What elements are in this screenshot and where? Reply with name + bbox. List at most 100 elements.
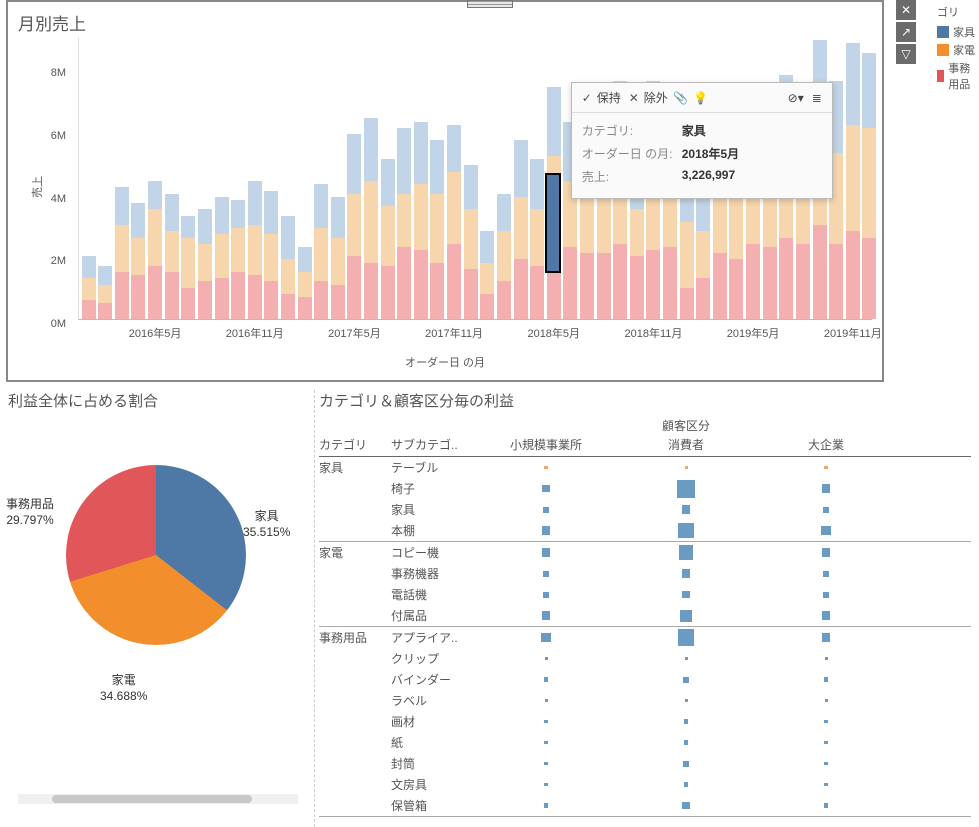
bar[interactable] [281, 216, 295, 319]
drag-handle[interactable] [467, 0, 513, 8]
matrix-cell[interactable] [616, 569, 756, 577]
bar[interactable] [381, 159, 395, 319]
bar-segment[interactable] [530, 209, 544, 265]
bar-segment[interactable] [264, 234, 278, 281]
bar[interactable] [430, 140, 444, 319]
bar-segment[interactable] [298, 247, 312, 272]
matrix-cell[interactable] [476, 526, 616, 534]
bar-segment[interactable] [314, 281, 328, 319]
bar-segment[interactable] [530, 266, 544, 319]
matrix-row[interactable]: 付属品 [319, 605, 971, 626]
matrix-cell[interactable] [616, 719, 756, 724]
matrix-cell[interactable] [476, 657, 616, 660]
bar[interactable] [331, 197, 345, 319]
bar[interactable] [82, 256, 96, 319]
matrix-row[interactable]: 文房具 [319, 774, 971, 795]
bar-segment[interactable] [347, 134, 361, 194]
bar-segment[interactable] [165, 231, 179, 272]
bar[interactable] [181, 216, 195, 319]
matrix-row[interactable]: 画材 [319, 711, 971, 732]
matrix-cell[interactable] [476, 762, 616, 766]
matrix-row[interactable]: クリップ [319, 648, 971, 669]
bar-segment[interactable] [630, 209, 644, 256]
monthly-sales-panel[interactable]: ✕ ↗ ▽ 月別売上 売上 0M2M4M6M8M 2016年5月2016年11月… [6, 0, 884, 382]
bar-segment[interactable] [713, 253, 727, 319]
bar-segment[interactable] [497, 281, 511, 319]
bar[interactable] [165, 194, 179, 319]
bar-segment[interactable] [364, 181, 378, 262]
matrix-cell[interactable] [756, 611, 896, 619]
bar[interactable] [696, 187, 710, 319]
matrix-cell[interactable] [476, 677, 616, 682]
bar-segment[interactable] [397, 247, 411, 319]
profit-share-panel[interactable]: 利益全体に占める割合 家具35.515% 家電34.688% 事務用品29.79… [8, 390, 308, 810]
bar-segment[interactable] [763, 247, 777, 319]
bar-segment[interactable] [248, 225, 262, 275]
matrix-cell[interactable] [616, 629, 756, 646]
matrix-cell[interactable] [756, 741, 896, 745]
group-icon[interactable]: ⊘▾ [788, 91, 804, 105]
bar[interactable] [364, 118, 378, 319]
matrix-cell[interactable] [756, 720, 896, 724]
bar[interactable] [98, 266, 112, 319]
bar-segment[interactable] [846, 231, 860, 319]
bar-segment[interactable] [447, 172, 461, 244]
bar-segment[interactable] [331, 238, 345, 285]
bar-segment[interactable] [547, 87, 561, 156]
bar-segment[interactable] [680, 288, 694, 319]
bar-segment[interactable] [115, 272, 129, 319]
matrix-cell[interactable] [756, 803, 896, 808]
matrix-cell[interactable] [756, 484, 896, 492]
header-category[interactable]: カテゴリ [319, 436, 391, 453]
bar[interactable] [215, 197, 229, 319]
bar[interactable] [264, 191, 278, 319]
bar-segment[interactable] [364, 263, 378, 319]
bar-segment[interactable] [447, 125, 461, 172]
bar-segment[interactable] [514, 259, 528, 319]
bar-segment[interactable] [464, 165, 478, 209]
bar-segment[interactable] [215, 197, 229, 235]
header-col[interactable]: 小規模事業所 [476, 436, 616, 453]
matrix-cell[interactable] [476, 720, 616, 724]
matrix-cell[interactable] [756, 548, 896, 556]
bar-segment[interactable] [696, 278, 710, 319]
header-col[interactable]: 消費者 [616, 436, 756, 453]
bar[interactable] [148, 181, 162, 319]
bar-segment[interactable] [248, 181, 262, 225]
bar[interactable] [480, 231, 494, 319]
bar-segment[interactable] [347, 194, 361, 257]
bar-segment[interactable] [281, 259, 295, 293]
matrix-row[interactable]: 紙 [319, 732, 971, 753]
bar[interactable] [464, 165, 478, 319]
bar-segment[interactable] [115, 225, 129, 272]
lightbulb-icon[interactable]: 💡 [694, 91, 708, 105]
bar-segment[interactable] [430, 263, 444, 319]
matrix-cell[interactable] [616, 610, 756, 622]
bar[interactable] [397, 128, 411, 319]
bar-segment[interactable] [231, 228, 245, 272]
bar-segment[interactable] [381, 266, 395, 319]
bar-segment[interactable] [314, 228, 328, 281]
selected-bar[interactable] [545, 173, 561, 273]
bar-segment[interactable] [364, 118, 378, 181]
bar-segment[interactable] [264, 281, 278, 319]
bar[interactable] [131, 203, 145, 319]
bar-segment[interactable] [82, 256, 96, 278]
bar-segment[interactable] [248, 275, 262, 319]
bar-segment[interactable] [115, 187, 129, 225]
bar-segment[interactable] [215, 234, 229, 278]
matrix-row[interactable]: 封筒 [319, 753, 971, 774]
bar-segment[interactable] [414, 250, 428, 319]
bar-segment[interactable] [862, 128, 876, 238]
bar-segment[interactable] [846, 125, 860, 232]
bar-segment[interactable] [514, 140, 528, 196]
bar-segment[interactable] [381, 159, 395, 206]
matrix-row[interactable]: 家具 [319, 499, 971, 520]
matrix-cell[interactable] [476, 592, 616, 598]
bar-segment[interactable] [165, 194, 179, 232]
bar[interactable] [530, 159, 544, 319]
bar-segment[interactable] [148, 181, 162, 209]
matrix-cell[interactable] [476, 485, 616, 492]
bar-segment[interactable] [198, 209, 212, 243]
bar-segment[interactable] [430, 194, 444, 263]
